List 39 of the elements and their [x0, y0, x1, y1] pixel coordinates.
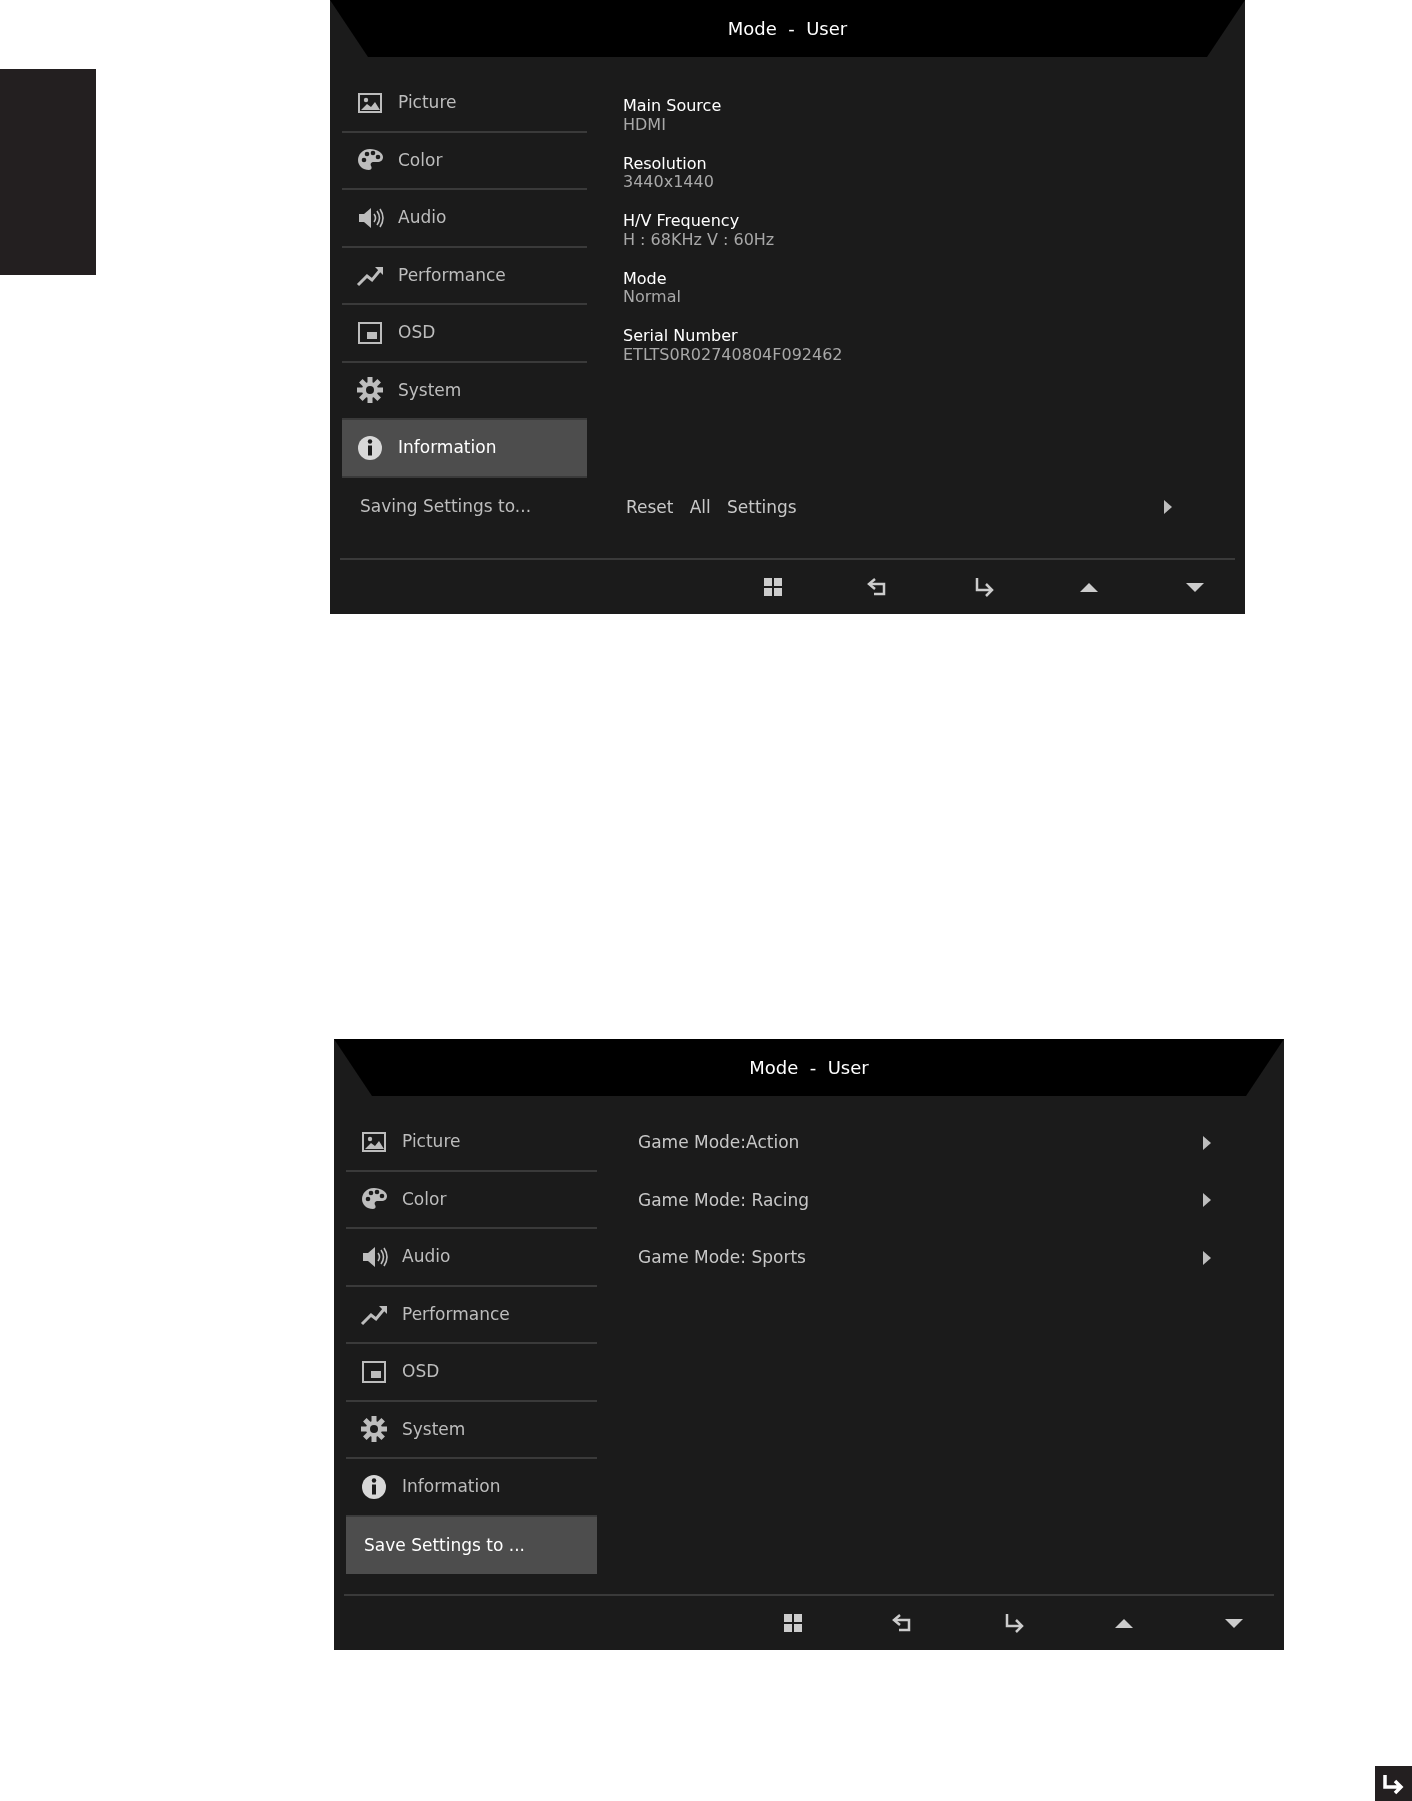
caret-icon [1163, 499, 1173, 516]
submenu-option[interactable]: Game Mode:Action [635, 1114, 1212, 1172]
menu-item[interactable]: Performance [346, 1286, 597, 1344]
field-label: Mode [623, 269, 668, 289]
menu-item[interactable]: Color [342, 132, 587, 190]
field-label: Resolution [623, 154, 708, 174]
menu-item[interactable]: Audio [342, 190, 587, 248]
submenu-option[interactable]: Game Mode: Racing [635, 1171, 1212, 1229]
field-label: H/V Frequency [623, 212, 741, 231]
menu-item[interactable]: OSD [346, 1344, 597, 1402]
field-value: HDMI [623, 115, 667, 135]
caret-icon [1202, 1192, 1212, 1209]
menu-item[interactable]: Performance [342, 247, 587, 305]
window-title: Mode - User [727, 17, 848, 41]
menu-item[interactable]: OSD [342, 305, 587, 363]
menu-item[interactable]: Audio [346, 1229, 597, 1287]
menu-item[interactable]: System [346, 1401, 597, 1459]
menu-item[interactable]: Information [342, 420, 587, 478]
caret-icon [1202, 1249, 1212, 1266]
caret-icon [1202, 1134, 1212, 1151]
submenu-option[interactable]: Game Mode: Sports [635, 1229, 1212, 1287]
menu-item[interactable]: Save Settings to ... [346, 1516, 597, 1574]
field-value: 3440x1440 [623, 173, 715, 192]
menu-item[interactable]: Picture [342, 75, 587, 133]
gear-icon [356, 376, 384, 405]
grid-icon[interactable] [781, 1612, 805, 1634]
menu-item[interactable]: Picture [346, 1114, 597, 1172]
field-value: ETLTS0R02740804F092462 [623, 345, 844, 365]
info-icon [356, 433, 384, 462]
window-title: Mode - User [749, 1056, 869, 1080]
field-label: Main Source [623, 97, 723, 116]
field-value: H : 68KHz V : 60Hz [623, 230, 776, 250]
field-label: Serial Number [623, 327, 739, 346]
submenu-option[interactable]: Reset All Settings [623, 478, 1173, 536]
info-icon [360, 1472, 388, 1501]
menu-item[interactable]: Color [346, 1171, 597, 1229]
menu-item[interactable]: Saving Settings to... [342, 477, 587, 535]
field-value: Normal [623, 288, 682, 307]
gear-icon [360, 1415, 388, 1444]
